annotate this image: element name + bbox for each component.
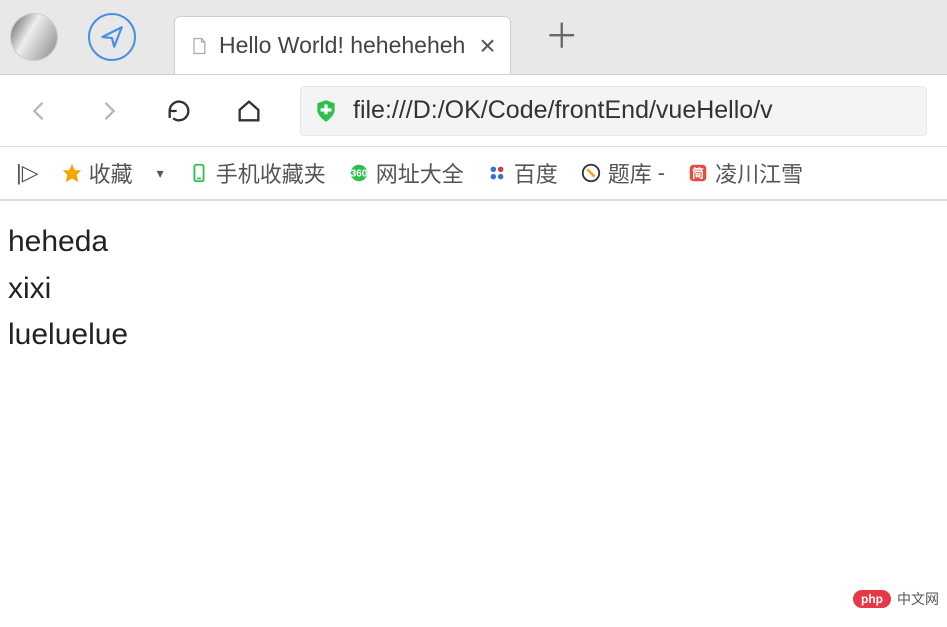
browser-tab[interactable]: Hello World! heheheheh × (174, 16, 511, 74)
svg-text:360: 360 (350, 169, 367, 180)
page-icon (189, 36, 209, 56)
sites-directory-button[interactable]: 360 网址大全 (342, 153, 470, 193)
reload-button[interactable] (160, 92, 198, 130)
star-icon (61, 162, 83, 184)
mobile-favorites-button[interactable]: 手机收藏夹 (182, 153, 332, 193)
paper-plane-button[interactable] (88, 13, 136, 61)
watermark-badge: php (853, 590, 891, 608)
content-line-2: xixi (8, 266, 939, 313)
tab-close-button[interactable]: × (479, 32, 495, 60)
watermark-text: 中文网 (897, 589, 939, 609)
shield-icon (313, 98, 339, 124)
back-button[interactable] (20, 92, 58, 130)
forward-button[interactable] (90, 92, 128, 130)
sidebar-toggle-label: |▷ (16, 160, 39, 186)
nav-bar: file:///D:/OK/Code/frontEnd/vueHello/v (0, 75, 947, 147)
tiku-button[interactable]: 题库 - (574, 153, 671, 193)
home-icon (235, 97, 263, 125)
chevron-right-icon (95, 97, 123, 125)
paper-plane-icon (99, 24, 125, 50)
tab-bar: Hello World! heheheheh × ＋ (0, 0, 947, 75)
lingchuan-icon: 简 (687, 162, 709, 184)
directory-icon: 360 (348, 162, 370, 184)
avatar-image (11, 14, 57, 60)
tiku-dash: - (658, 160, 665, 186)
address-bar[interactable]: file:///D:/OK/Code/frontEnd/vueHello/v (300, 86, 927, 136)
address-text: file:///D:/OK/Code/frontEnd/vueHello/v (353, 96, 773, 125)
sites-directory-label: 网址大全 (376, 157, 464, 189)
chevron-left-icon (25, 97, 53, 125)
mobile-icon (188, 162, 210, 184)
tiku-label: 题库 (608, 157, 652, 189)
favorites-label: 收藏 (89, 157, 133, 189)
home-button[interactable] (230, 92, 268, 130)
reload-icon (165, 97, 193, 125)
sidebar-toggle[interactable]: |▷ (10, 156, 45, 190)
mobile-favorites-label: 手机收藏夹 (216, 157, 326, 189)
page-content: heheda xixi lueluelue (0, 201, 947, 377)
favorites-button[interactable]: 收藏 (55, 153, 139, 193)
favorites-dropdown[interactable]: ▾ (149, 165, 172, 182)
tiku-icon (580, 162, 602, 184)
lingchuan-label: 凌川江雪 (715, 157, 803, 189)
content-line-1: heheda (8, 219, 939, 266)
profile-avatar[interactable] (10, 13, 58, 61)
bookmarks-bar: |▷ 收藏 ▾ 手机收藏夹 360 网址大全 百度 题库 - 简 凌 (0, 147, 947, 201)
watermark: php 中文网 (853, 589, 939, 609)
tab-title: Hello World! heheheheh (219, 32, 465, 59)
baidu-button[interactable]: 百度 (480, 153, 564, 193)
baidu-icon (486, 162, 508, 184)
lingchuan-button[interactable]: 简 凌川江雪 (681, 153, 809, 193)
baidu-label: 百度 (514, 157, 558, 189)
content-line-3: lueluelue (8, 312, 939, 359)
svg-text:简: 简 (692, 167, 704, 181)
new-tab-button[interactable]: ＋ (545, 20, 579, 54)
